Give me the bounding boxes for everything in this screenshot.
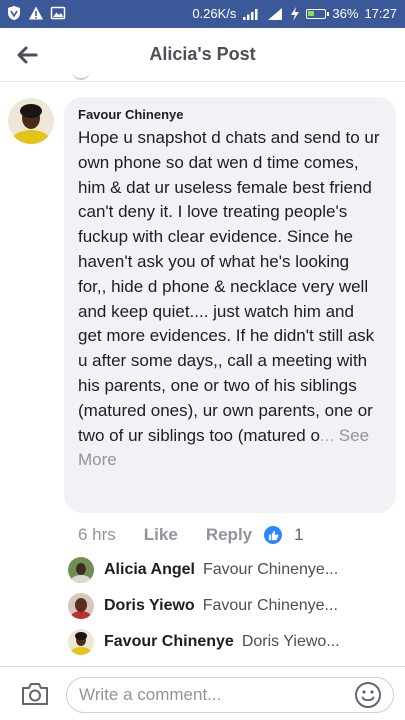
reply-item[interactable]: Doris Yiewo Favour Chinenye... xyxy=(68,592,338,620)
avatar[interactable] xyxy=(68,557,94,583)
reply-author[interactable]: Favour Chinenye xyxy=(104,633,234,651)
reply-item[interactable]: Favour Chinenye Doris Yiewo... xyxy=(68,628,340,656)
clock: 17:27 xyxy=(364,6,397,21)
reply-author[interactable]: Doris Yiewo xyxy=(104,597,195,615)
like-button[interactable]: Like xyxy=(144,525,178,545)
battery-icon xyxy=(306,8,330,19)
post-screen: 0.26K/s 36% 17:27 Alicia's Post Favour C… xyxy=(0,0,405,720)
reply-item[interactable]: Alicia Angel Favour Chinenye... xyxy=(68,556,338,584)
battery-level: 36% xyxy=(332,6,359,21)
avatar[interactable] xyxy=(68,629,94,655)
reply-text: Favour Chinenye... xyxy=(202,597,338,614)
comment-author[interactable]: Favour Chinenye xyxy=(78,107,382,122)
status-bar: 0.26K/s 36% 17:27 xyxy=(0,0,405,28)
vpn-shield-icon xyxy=(8,6,20,20)
reaction-count: 1 xyxy=(294,525,304,544)
avatar[interactable] xyxy=(68,593,94,619)
warning-icon xyxy=(29,6,43,20)
comment-body: Hope u snapshot d chats and send to ur o… xyxy=(78,128,380,445)
comment-actions: 6 hrs Like Reply 1 xyxy=(78,524,304,546)
reply-text: Doris Yiewo... xyxy=(241,633,340,650)
thumbs-up-icon[interactable] xyxy=(264,526,283,544)
emoji-icon[interactable] xyxy=(354,681,382,709)
notification-icons xyxy=(6,5,66,21)
camera-icon[interactable] xyxy=(20,681,50,707)
image-icon xyxy=(50,6,66,20)
reply-button[interactable]: Reply xyxy=(206,525,252,545)
charging-bolt-icon xyxy=(291,6,300,21)
reply-author[interactable]: Alicia Angel xyxy=(104,561,195,579)
signal-icon xyxy=(268,7,283,20)
reply-text: Favour Chinenye... xyxy=(202,561,339,578)
comment-timestamp: 6 hrs xyxy=(78,525,116,544)
avatar[interactable] xyxy=(8,98,54,144)
comment-ellipsis: ... xyxy=(319,425,335,445)
comment-bubble[interactable]: Favour Chinenye Hope u snapshot d chats … xyxy=(64,97,396,513)
page-title: Alicia's Post xyxy=(149,44,256,64)
app-header: Alicia's Post xyxy=(0,28,405,82)
network-speed: 0.26K/s xyxy=(192,6,237,21)
comment-input[interactable] xyxy=(66,677,394,713)
comment-text: Hope u snapshot d chats and send to ur o… xyxy=(78,126,382,473)
comment-composer xyxy=(0,666,405,720)
system-status: 0.26K/s 36% 17:27 xyxy=(192,6,397,21)
wifi-icon xyxy=(243,8,258,20)
